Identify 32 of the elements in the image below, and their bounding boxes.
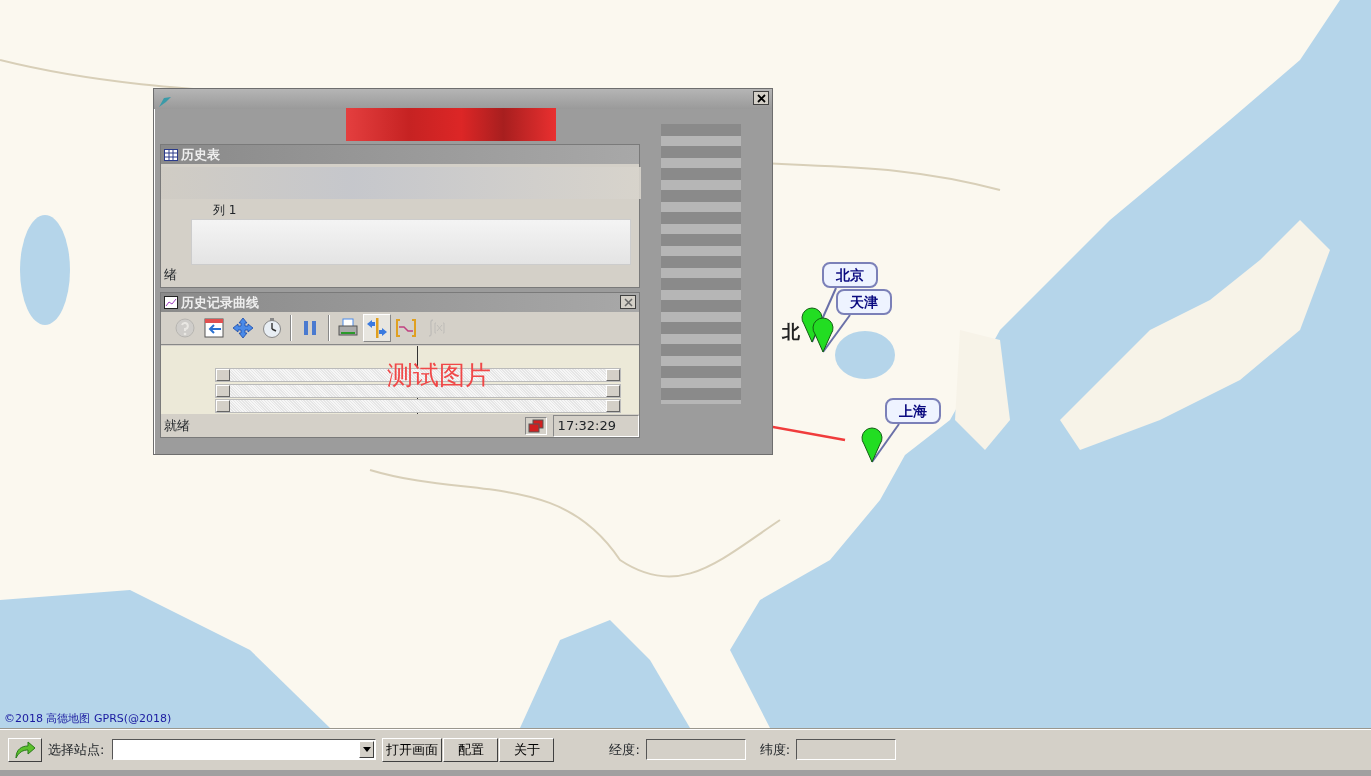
panel-title: 历史表 — [181, 145, 220, 164]
go-button[interactable] — [8, 737, 42, 762]
close-button[interactable] — [753, 91, 769, 105]
map-place-label: 北 — [782, 320, 800, 344]
scrollbar[interactable] — [215, 399, 621, 413]
station-label: 选择站点: — [48, 740, 105, 759]
panel-title: 历史记录曲线 — [181, 293, 259, 312]
toolbar-button[interactable]: 配置 — [443, 737, 499, 762]
status-text: 就绪 — [164, 417, 190, 436]
latitude-field[interactable] — [796, 739, 897, 760]
vertical-cursor-icon[interactable] — [363, 314, 391, 342]
close-button[interactable] — [620, 295, 636, 309]
column-header: 列 1 — [213, 202, 237, 219]
station-dropdown[interactable] — [112, 739, 377, 760]
longitude-label: 经度: — [609, 740, 640, 759]
latitude-label: 纬度: — [759, 740, 791, 759]
status-text: 绪 — [164, 265, 177, 284]
map-pin-icon[interactable] — [861, 427, 883, 463]
toolbar-button[interactable]: 关于 — [499, 737, 555, 762]
longitude-field[interactable] — [645, 739, 746, 760]
chart-icon — [164, 296, 178, 309]
toolbar-button[interactable]: 打开画面 — [382, 737, 443, 762]
map-pin-icon[interactable] — [812, 317, 834, 353]
leader-line — [871, 423, 900, 463]
map-marker-label: 上海 — [885, 398, 941, 424]
chart-watermark-text: 测试图片 — [387, 359, 491, 392]
map-marker-label: 北京 — [822, 262, 878, 288]
map-marker-label: 天津 — [836, 289, 892, 315]
map-attribution: ©2018 高德地图 GPRS(@2018) — [4, 711, 172, 727]
windows-icon — [524, 417, 547, 435]
status-time: 17:32:29 — [552, 415, 639, 437]
table-icon — [164, 148, 178, 161]
